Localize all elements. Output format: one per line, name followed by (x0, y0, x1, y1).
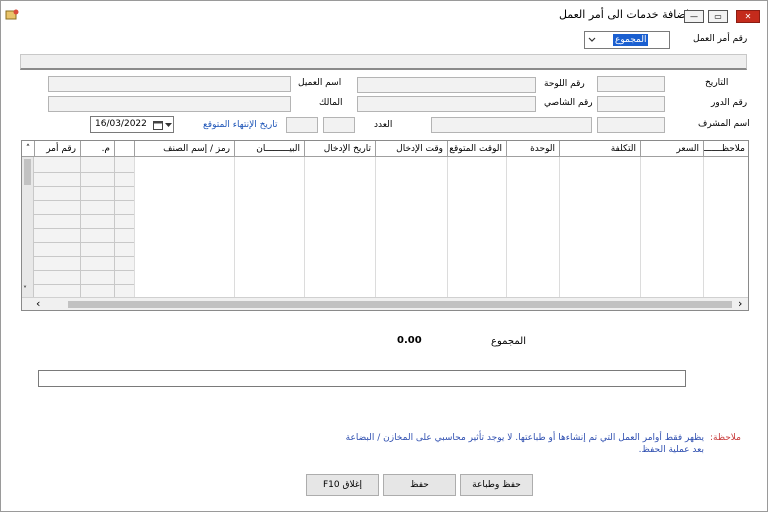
title-bar[interactable]: إضافة خدمات الى أمر العمل — ▭ ✕ (1, 1, 767, 29)
note-text-line2: بعد عملية الحفظ. (638, 445, 704, 455)
scroll-down-button[interactable]: ˅ (23, 285, 27, 294)
restore-button[interactable]: ▭ (708, 10, 728, 23)
col-description[interactable]: البيـــــــــان (234, 141, 304, 157)
count-label: العدد (374, 120, 393, 130)
table-row (34, 214, 134, 215)
grid-column-entry-date (304, 157, 375, 298)
window-title: إضافة خدمات الى أمر العمل (558, 8, 689, 21)
save-button[interactable]: حفظ (383, 474, 456, 496)
table-row (34, 172, 134, 173)
total-value: 0.00 (397, 335, 422, 346)
grid-column-price (640, 157, 703, 298)
date-field[interactable] (597, 76, 665, 92)
grid-header: ˄ رقم أمر م. رمز / إسم الصنف البيـــــــ… (22, 141, 748, 157)
save-print-button[interactable]: حفظ وطباعة (460, 474, 533, 496)
table-row (34, 284, 134, 285)
col-item-code[interactable]: رمز / إسم الصنف (134, 141, 234, 157)
work-order-dropdown[interactable]: المجموع (584, 31, 670, 49)
work-order-selected-value: المجموع (613, 34, 649, 46)
owner-label: المالك (319, 98, 343, 108)
dropdown-arrow-icon (165, 123, 172, 127)
note-label: ملاحظة: (710, 433, 741, 443)
table-row (34, 228, 134, 229)
grid-column-unit (506, 157, 559, 298)
col-entry-date[interactable]: تاريخ الإدخال (304, 141, 375, 157)
comments-input[interactable] (38, 370, 686, 387)
horizontal-scrollbar[interactable]: ‹ › (22, 297, 748, 310)
calendar-icon[interactable] (153, 120, 163, 130)
app-form-icon (5, 9, 19, 20)
horizontal-scroll-thumb[interactable] (68, 301, 732, 308)
turn-label: رقم الدور (711, 98, 748, 108)
separator-bar (20, 54, 747, 70)
count-field[interactable] (323, 117, 355, 133)
close-window-button[interactable]: ✕ (736, 10, 760, 23)
col-blank[interactable] (114, 141, 134, 157)
owner-field[interactable] (48, 96, 291, 112)
supervisor-label: اسم المشرف (698, 119, 750, 129)
expected-end-value: 16/03/2022 (95, 119, 147, 129)
col-work-order[interactable]: رقم أمر (34, 141, 80, 157)
grid-column-entry-time (375, 157, 447, 298)
chassis-label: رقم الشاصي (544, 98, 593, 108)
col-unit[interactable]: الوحدة (506, 141, 559, 157)
col-notes[interactable]: ملاحظـــــــات (703, 141, 748, 157)
total-label: المجموع (491, 336, 526, 347)
col-price[interactable]: السعر (640, 141, 703, 157)
table-row (34, 186, 134, 187)
services-grid[interactable]: ˄ رقم أمر م. رمز / إسم الصنف البيـــــــ… (21, 140, 749, 311)
grid-column-description (234, 157, 304, 298)
form-window: إضافة خدمات الى أمر العمل — ▭ ✕ رقم أمر … (0, 0, 768, 512)
table-row (34, 270, 134, 271)
table-row (34, 200, 134, 201)
chassis-field[interactable] (357, 96, 536, 112)
vertical-scroll-thumb[interactable] (24, 159, 31, 185)
customer-name-label: اسم العميل (298, 78, 342, 88)
col-cost[interactable]: التكلفة (559, 141, 640, 157)
work-order-label: رقم أمر العمل (693, 34, 748, 44)
col-entry-time[interactable]: وقت الإدخال (375, 141, 447, 157)
table-row (34, 256, 134, 257)
chevron-down-icon (588, 37, 596, 42)
date-label: التاريخ (705, 78, 729, 88)
scroll-up-button[interactable]: ˄ (22, 141, 34, 157)
scroll-left-button[interactable]: ‹ (36, 298, 40, 310)
col-index[interactable]: م. (80, 141, 114, 157)
plate-label: رقم اللوحة (544, 79, 585, 89)
grid-column-cost (559, 157, 640, 298)
plate-field[interactable] (357, 77, 536, 93)
grid-column-notes (703, 157, 748, 298)
scroll-right-button[interactable]: › (738, 298, 742, 310)
note-text: يظهر فقط أوامر العمل التي تم إنشاءها أو … (324, 432, 704, 456)
grid-column-item (134, 157, 234, 298)
count-extra-field[interactable] (286, 117, 318, 133)
col-expected-time[interactable]: الوقت المتوقع (447, 141, 506, 157)
turn-field[interactable] (597, 96, 665, 112)
table-row (34, 242, 134, 243)
grid-column-expected-time (447, 157, 506, 298)
vertical-scrollbar[interactable]: ˅ (22, 157, 34, 298)
note-text-line1: يظهر فقط أوامر العمل التي تم إنشاءها أو … (345, 433, 704, 443)
close-button[interactable]: إغلاق F10 (306, 474, 379, 496)
expected-end-datepicker[interactable]: 16/03/2022 (90, 116, 174, 133)
minimize-button[interactable]: — (684, 10, 704, 23)
supervisor-name-field[interactable] (431, 117, 592, 133)
supervisor-field[interactable] (597, 117, 665, 133)
expected-end-label: تاريخ الإنتهاء المتوقع (203, 120, 278, 130)
customer-name-field[interactable] (48, 76, 291, 92)
